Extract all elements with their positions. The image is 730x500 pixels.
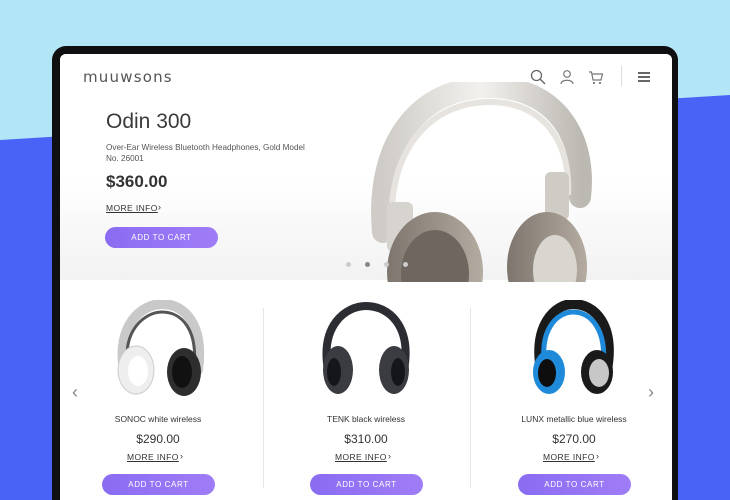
chevron-right-icon: › [596, 451, 599, 461]
carousel-dot[interactable] [365, 262, 370, 267]
carousel-dot[interactable] [384, 262, 389, 267]
product-add-to-cart-button[interactable]: ADD TO CART [102, 474, 215, 495]
product-price: $270.00 [552, 432, 596, 446]
product-more-info-link[interactable]: MORE INFO [335, 452, 387, 462]
product-add-to-cart-button[interactable]: ADD TO CART [310, 474, 423, 495]
brand-logo[interactable]: muuwsons [83, 68, 173, 86]
hero-subtitle: Over-Ear Wireless Bluetooth Headphones, … [106, 143, 305, 163]
card-divider [263, 308, 264, 488]
chevron-right-icon: › [180, 451, 183, 461]
card-divider [470, 308, 471, 488]
cart-icon[interactable] [587, 68, 605, 86]
product-more-info-link[interactable]: MORE INFO [127, 452, 179, 462]
chevron-right-icon: › [158, 202, 161, 212]
carousel-dot[interactable] [346, 262, 351, 267]
product-price: $310.00 [344, 432, 388, 446]
hero-headphones-image [371, 82, 592, 282]
product-more-info-link[interactable]: MORE INFO [543, 452, 595, 462]
hero-more-info-link[interactable]: MORE INFO [106, 203, 158, 213]
hero-add-to-cart-button[interactable]: ADD TO CART [105, 227, 218, 248]
product-price: $290.00 [136, 432, 180, 446]
app-screen: Odin 300 Over-Ear Wireless Bluetooth Hea… [60, 54, 672, 500]
product-name[interactable]: SONOC white wireless [68, 414, 248, 424]
product-name[interactable]: LUNX metallic blue wireless [484, 414, 664, 424]
product-image-lunx [533, 300, 614, 394]
carousel-next-arrow[interactable]: › [648, 382, 654, 403]
product-name[interactable]: TENK black wireless [276, 414, 456, 424]
product-image-tenk [322, 301, 410, 394]
carousel-dot[interactable] [403, 262, 408, 267]
user-icon[interactable] [558, 68, 576, 86]
hero-banner: Odin 300 Over-Ear Wireless Bluetooth Hea… [60, 54, 672, 282]
chevron-right-icon: › [388, 451, 391, 461]
carousel-prev-arrow[interactable]: ‹ [72, 382, 78, 403]
menu-icon[interactable] [635, 68, 653, 86]
product-image-sonoc [117, 300, 205, 396]
hero-title: Odin 300 [106, 110, 192, 133]
hero-price: $360.00 [106, 172, 168, 191]
header-divider [621, 66, 622, 86]
search-icon[interactable] [529, 68, 547, 86]
product-add-to-cart-button[interactable]: ADD TO CART [518, 474, 631, 495]
